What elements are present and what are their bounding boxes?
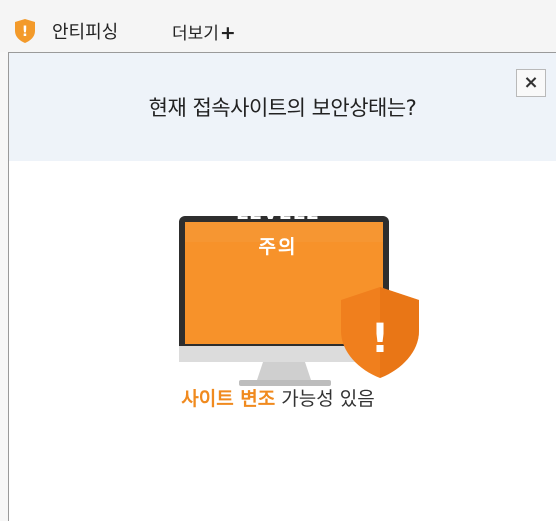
security-level: LEVEL2	[235, 202, 321, 224]
alert-symbol: !	[371, 316, 389, 362]
close-button[interactable]: ×	[516, 69, 546, 97]
more-menu-button[interactable]: 더보기+	[172, 19, 236, 44]
shield-alert-icon: !	[15, 19, 35, 43]
panel-header: 현재 접속사이트의 보안상태는? ×	[9, 53, 556, 161]
status-highlight: 사이트 변조	[181, 388, 276, 410]
plus-icon: +	[219, 22, 236, 44]
shield-exclamation: !	[22, 24, 28, 40]
status-rest: 가능성 있음	[275, 388, 375, 410]
more-label: 더보기	[172, 24, 219, 44]
close-icon: ×	[523, 72, 539, 93]
warning-shield-icon: !	[341, 287, 419, 378]
panel-title: 현재 접속사이트의 보안상태는?	[148, 96, 417, 120]
status-message: 사이트 변조 가능성 있음	[0, 384, 556, 411]
app-title[interactable]: 안티피싱	[52, 18, 118, 44]
security-status-word: 주의	[258, 236, 298, 258]
toolbar: ! 안티피싱 더보기+	[0, 0, 556, 52]
monitor-icon: !	[179, 216, 419, 386]
